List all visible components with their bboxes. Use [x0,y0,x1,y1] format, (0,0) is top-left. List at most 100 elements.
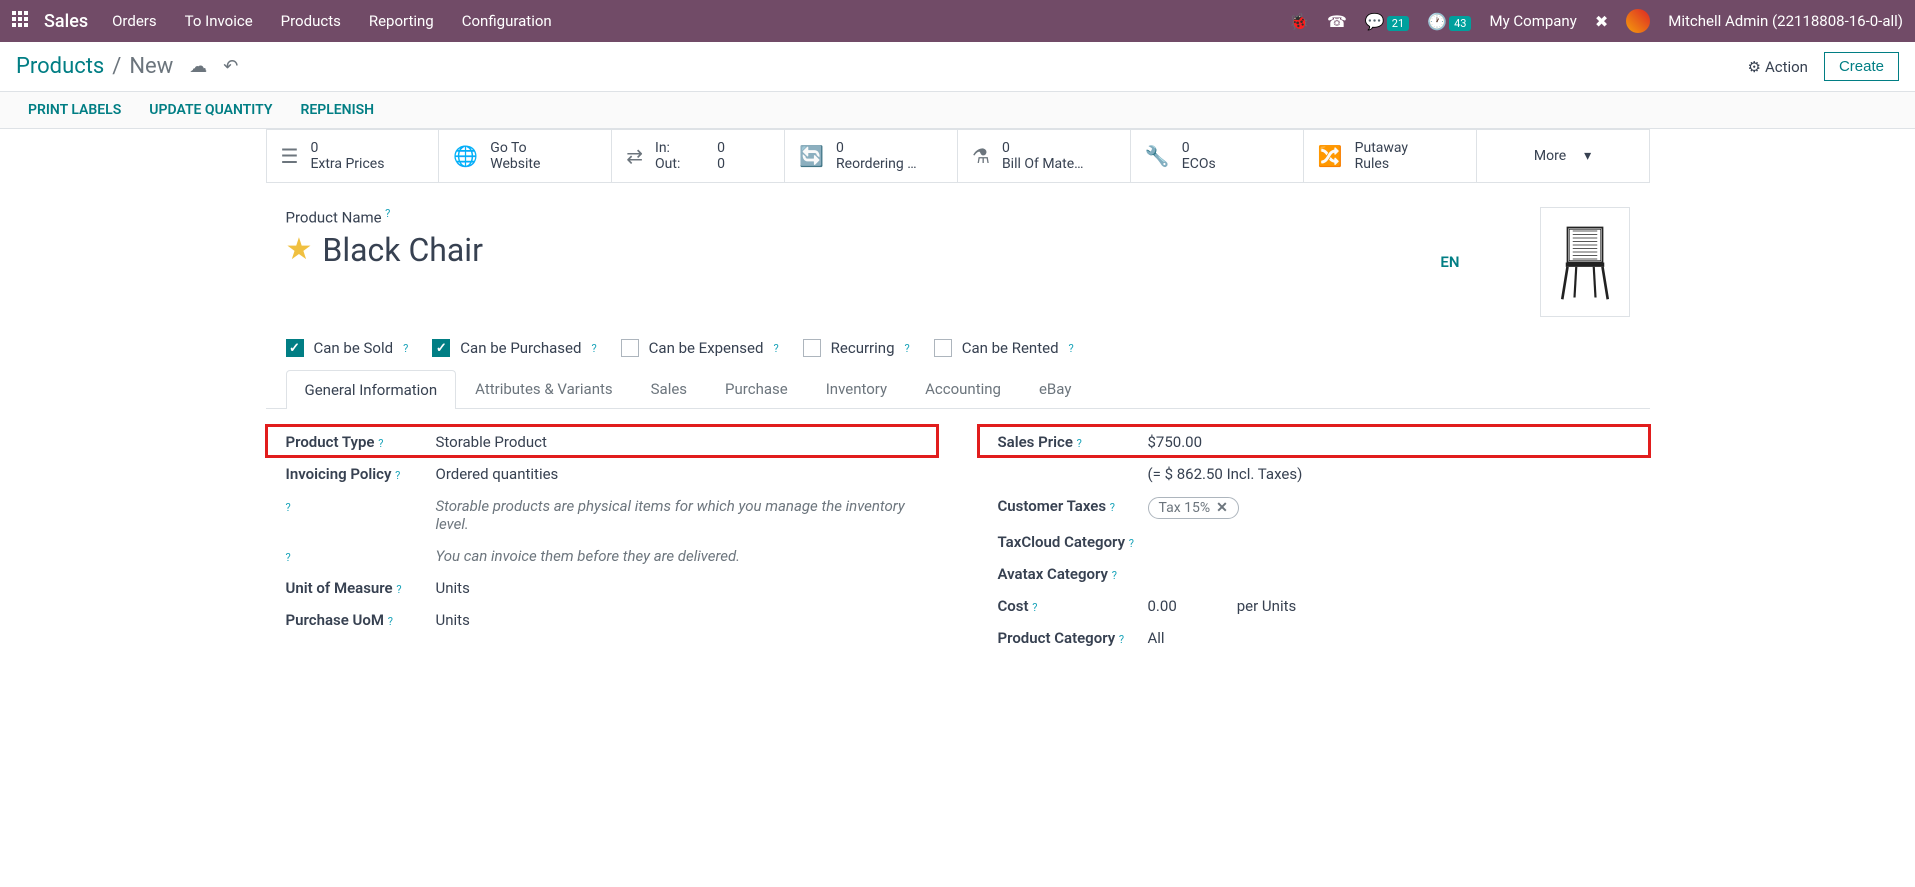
stat-putaway[interactable]: 🔀 Putaway Rules [1303,130,1476,182]
caret-down-icon: ▾ [1584,148,1591,164]
help-row-1: ? Storable products are physical items f… [266,489,938,539]
remove-tag-icon[interactable]: ✕ [1216,500,1228,516]
action-dropdown[interactable]: ⚙ Action [1747,58,1807,76]
help-icon[interactable]: ? [1069,342,1074,355]
save-icon[interactable]: ☁ [189,56,207,77]
tab-sales[interactable]: Sales [632,369,706,408]
tab-purchase[interactable]: Purchase [706,369,807,408]
help-text-1: Storable products are physical items for… [436,495,918,533]
stat-value: 0 [1002,140,1084,156]
user-menu[interactable]: Mitchell Admin (22118808-16-0-all) [1668,12,1903,30]
activities-icon[interactable]: 🕐43 [1427,12,1471,31]
tab-general-information[interactable]: General Information [286,370,457,409]
apps-icon[interactable] [12,11,32,31]
avatax-label: Avatax Category [998,565,1109,583]
company-selector[interactable]: My Company [1489,12,1576,30]
replenish-button[interactable]: REPLENISH [300,102,374,118]
purchase-uom-value[interactable]: Units [436,609,918,629]
stat-label: ECOs [1182,156,1216,172]
stat-reordering[interactable]: 🔄 0 Reordering … [784,130,957,182]
stat-in-out[interactable]: ⇄ In:0 Out:0 [611,130,784,182]
lang-badge[interactable]: EN [1440,253,1459,271]
bug-icon[interactable]: 🐞 [1289,12,1309,31]
menu-to-invoice[interactable]: To Invoice [185,12,253,30]
tab-attributes-variants[interactable]: Attributes & Variants [456,369,631,408]
help-icon[interactable]: ? [1119,633,1124,646]
discard-icon[interactable]: ↶ [223,56,238,77]
menu-orders[interactable]: Orders [112,12,157,30]
product-type-label: Product Type [286,433,375,451]
stat-go-to-website[interactable]: 🌐 Go To Website [438,130,611,182]
support-icon[interactable]: ☎ [1327,12,1347,31]
print-labels-button[interactable]: PRINT LABELS [28,102,121,118]
tab-accounting[interactable]: Accounting [906,369,1020,408]
taxcloud-label: TaxCloud Category [998,533,1126,551]
help-icon[interactable]: ? [395,469,400,482]
help-icon[interactable]: ? [1077,437,1082,450]
update-quantity-button[interactable]: UPDATE QUANTITY [149,102,272,118]
activities-badge: 43 [1449,16,1471,31]
help-icon[interactable]: ? [1112,569,1117,582]
help-icon[interactable]: ? [378,437,383,450]
menu-reporting[interactable]: Reporting [369,12,434,30]
messages-badge: 21 [1387,16,1409,31]
sales-price-incl-row: (= $ 862.50 Incl. Taxes) [978,457,1650,489]
help-icon[interactable]: ? [773,342,778,355]
help-icon[interactable]: ? [396,583,401,596]
tax-tag-label: Tax 15% [1159,500,1211,516]
tab-inventory[interactable]: Inventory [807,369,906,408]
messages-icon[interactable]: 💬21 [1365,12,1409,31]
sub-actions: PRINT LABELS UPDATE QUANTITY REPLENISH [0,92,1915,129]
help-icon[interactable]: ? [1032,601,1037,614]
avatar[interactable] [1626,9,1650,33]
help-icon[interactable]: ? [1129,537,1134,550]
more-label: More [1534,148,1566,164]
help-icon[interactable]: ? [286,551,291,564]
stat-more[interactable]: More ▾ [1476,130,1649,182]
sales-price-value[interactable]: $750.00 [1148,431,1630,451]
uom-value[interactable]: Units [436,577,918,597]
help-icon[interactable]: ? [286,501,291,514]
tools-icon[interactable]: ✖ [1595,12,1608,31]
can-be-expensed-checkbox[interactable] [621,339,639,357]
app-name[interactable]: Sales [44,11,88,32]
breadcrumb-root[interactable]: Products [16,54,104,79]
help-icon[interactable]: ? [403,342,408,355]
stat-bom[interactable]: ⚗ 0 Bill Of Mate… [957,130,1130,182]
help-icon[interactable]: ? [1110,501,1115,514]
help-icon[interactable]: ? [591,342,596,355]
stat-value: 0 [310,140,384,156]
menu-configuration[interactable]: Configuration [462,12,552,30]
can-be-rented-checkbox[interactable] [934,339,952,357]
can-be-purchased-checkbox[interactable] [432,339,450,357]
form-right-col: Sales Price ? $750.00 (= $ 862.50 Incl. … [978,425,1650,653]
favorite-star-icon[interactable]: ★ [286,232,313,267]
cost-per: per Units [1237,597,1297,615]
help-icon[interactable]: ? [905,342,910,355]
customer-taxes-label: Customer Taxes [998,497,1107,515]
stat-ecos[interactable]: 🔧 0 ECOs [1130,130,1303,182]
tab-ebay[interactable]: eBay [1020,369,1090,408]
create-button[interactable]: Create [1824,52,1899,81]
stat-buttons: ☰ 0 Extra Prices 🌐 Go To Website ⇄ In:0 … [266,129,1650,183]
recurring-checkbox[interactable] [803,339,821,357]
product-image[interactable] [1540,207,1630,317]
cost-value[interactable]: 0.00 [1148,597,1177,615]
help-icon[interactable]: ? [388,615,393,628]
taxcloud-value[interactable] [1168,531,1630,533]
action-label: Action [1765,58,1808,76]
tax-tag[interactable]: Tax 15% ✕ [1148,497,1239,519]
product-type-value[interactable]: Storable Product [436,431,918,451]
can-be-sold-checkbox[interactable] [286,339,304,357]
stat-extra-prices[interactable]: ☰ 0 Extra Prices [266,130,439,182]
menu-products[interactable]: Products [281,12,341,30]
product-name-input[interactable]: Black Chair [322,231,483,269]
chair-icon [1550,215,1620,310]
breadcrumb-sep: / [112,54,121,79]
product-category-value[interactable]: All [1148,627,1630,647]
help-icon[interactable]: ? [385,207,390,220]
stat-value: 0 [836,140,917,156]
avatax-value[interactable] [1148,563,1630,565]
invoicing-policy-value[interactable]: Ordered quantities [436,463,918,483]
uom-label: Unit of Measure [286,579,393,597]
